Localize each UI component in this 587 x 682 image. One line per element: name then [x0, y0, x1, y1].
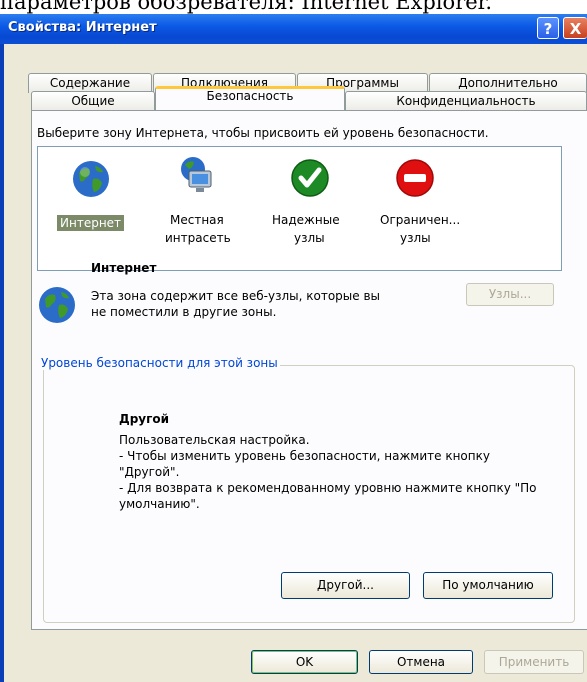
zone-instruction: Выберите зону Интернета, чтобы присвоить…: [37, 126, 489, 140]
tab-label: Дополнительно: [458, 76, 558, 90]
sites-button[interactable]: Узлы...: [466, 283, 554, 306]
tab-content[interactable]: Содержание: [28, 73, 152, 93]
trusted-check-icon: [291, 159, 329, 197]
zone-label-restricted-1: Ограничен...: [380, 213, 461, 227]
selected-zone-description: Эта зона содержит все веб-узлы, которые …: [91, 289, 380, 319]
level-desc-line-1: Пользовательская настройка.: [119, 433, 310, 447]
title-bar[interactable]: Свойства: Интернет ? X: [0, 14, 587, 44]
cancel-button[interactable]: Отмена: [369, 650, 473, 674]
help-button[interactable]: ?: [537, 17, 559, 39]
security-level-group-label: Уровень безопасности для этой зоны: [39, 356, 280, 370]
zone-label-intranet-2: интрасеть: [165, 231, 231, 245]
tab-label: Общие: [71, 94, 115, 108]
tab-general[interactable]: Общие: [31, 91, 155, 111]
help-icon: ?: [543, 20, 553, 38]
window-title: Свойства: Интернет: [8, 20, 157, 35]
zone-label-trusted-2: узлы: [294, 231, 325, 245]
custom-level-button[interactable]: Другой...: [281, 572, 410, 599]
close-icon: X: [569, 20, 582, 38]
globe-icon: [73, 161, 109, 197]
ok-button[interactable]: OK: [251, 650, 358, 674]
zone-label-intranet-1: Местная: [170, 213, 224, 227]
document-text-fragment: параметров обозревателя: Internet Explor…: [0, 0, 493, 14]
default-level-button[interactable]: По умолчанию: [423, 572, 553, 599]
security-level-description: Пользовательская настройка. - Чтобы изме…: [119, 432, 539, 512]
zone-label-restricted-2: узлы: [400, 231, 431, 245]
zone-list: Интернет Местная интрасеть Надежные узлы…: [37, 146, 562, 271]
globe-icon: [39, 287, 75, 323]
tab-label: Содержание: [49, 76, 131, 90]
zone-label-trusted-1: Надежные: [272, 213, 340, 227]
tab-advanced[interactable]: Дополнительно: [429, 73, 587, 93]
security-level-title: Другой: [119, 412, 170, 426]
tab-label: Конфиденциальность: [396, 94, 536, 108]
selected-zone-title: Интернет: [91, 261, 157, 275]
intranet-icon: [181, 157, 212, 192]
close-button[interactable]: X: [563, 17, 587, 39]
zone-label-internet: Интернет: [57, 215, 125, 231]
level-desc-line-3: - Для возврата к рекомендованному уровню…: [119, 481, 537, 511]
restricted-icon: [396, 159, 434, 197]
tab-label: Безопасность: [206, 89, 294, 103]
level-desc-line-2: - Чтобы изменить уровень безопасности, н…: [119, 449, 490, 479]
tab-security[interactable]: Безопасность: [155, 86, 345, 110]
tab-privacy[interactable]: Конфиденциальность: [345, 91, 587, 111]
apply-button[interactable]: Применить: [484, 650, 584, 674]
